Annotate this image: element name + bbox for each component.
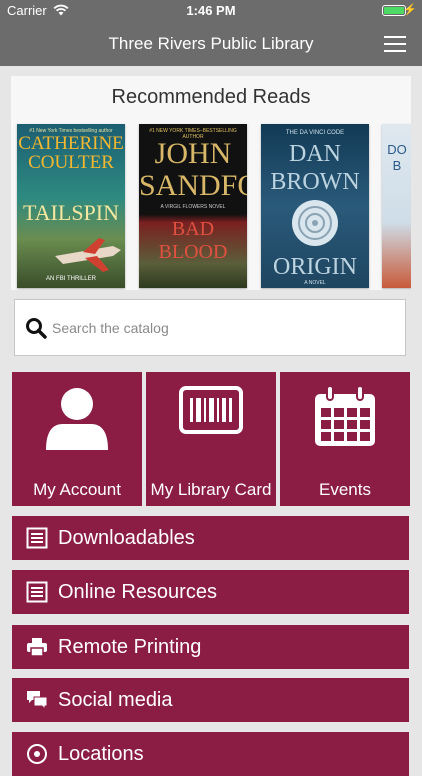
book-title: TAILSPIN — [22, 200, 119, 225]
book-cover-partial[interactable]: DO B — [382, 124, 411, 288]
tile-label: My Library Card — [150, 480, 272, 499]
book-footer: A NOVEL — [304, 280, 326, 286]
location-pin-icon — [27, 744, 47, 764]
spiral-shell-graphic — [292, 200, 338, 246]
calendar-icon — [315, 386, 375, 446]
recommended-reads-carousel[interactable]: Recommended Reads #1 New York Times best… — [11, 76, 411, 290]
remote-printing-button[interactable]: Remote Printing — [12, 625, 409, 669]
my-account-tile[interactable]: My Account — [12, 372, 142, 506]
social-media-button[interactable]: Social media — [12, 678, 409, 722]
barcode-icon — [179, 386, 243, 434]
menu-item-label: Social media — [58, 689, 173, 711]
page-title: Three Rivers Public Library — [108, 34, 314, 53]
menu-item-label: Remote Printing — [58, 636, 202, 658]
catalog-search-box[interactable]: Search the catalog — [14, 299, 406, 356]
book-footer: AN FBI THRILLER — [46, 276, 96, 282]
book-title: ORIGIN — [273, 254, 357, 280]
book-cover-origin[interactable]: THE DA VINCI CODE DAN BROWN ORIGIN A NOV… — [261, 124, 369, 288]
status-time: 1:46 PM — [186, 3, 236, 18]
book-author: DAN BROWN — [270, 141, 360, 195]
online-resources-button[interactable]: Online Resources — [12, 570, 409, 614]
search-icon — [26, 318, 47, 339]
person-icon — [46, 388, 108, 450]
charging-icon: ⚡ — [403, 4, 417, 16]
airplane-graphic — [55, 238, 121, 272]
book-author: JOHN SANDFORD — [139, 137, 247, 202]
tile-label: Events — [319, 480, 371, 499]
printer-icon — [27, 638, 47, 657]
status-bar: Carrier 1:46 PM ⚡ — [0, 0, 422, 22]
menu-item-label: Downloadables — [58, 527, 195, 549]
book-cover-tailspin[interactable]: #1 New York Times bestselling author CAT… — [17, 124, 125, 288]
hamburger-menu-icon[interactable] — [384, 36, 406, 52]
nav-bar: Three Rivers Public Library — [0, 22, 422, 66]
search-input[interactable]: Search the catalog — [52, 320, 169, 336]
downloadables-button[interactable]: Downloadables — [12, 516, 409, 560]
my-library-card-tile[interactable]: My Library Card — [146, 372, 276, 506]
book-tagline: THE DA VINCI CODE — [285, 130, 345, 136]
recommended-reads-heading: Recommended Reads — [111, 86, 311, 108]
events-tile[interactable]: Events — [280, 372, 410, 506]
chat-bubbles-icon — [27, 691, 48, 711]
document-icon — [26, 527, 48, 549]
book-title: B — [392, 158, 402, 173]
book-footer: A VIRGIL FLOWERS NOVEL — [160, 204, 226, 210]
book-author: CATHERINE COULTER — [18, 133, 124, 173]
tile-label: My Account — [33, 480, 121, 499]
menu-item-label: Locations — [58, 743, 144, 765]
book-title: BAD BLOOD — [158, 218, 228, 263]
locations-button[interactable]: Locations — [12, 732, 409, 776]
document-icon — [26, 581, 48, 603]
book-cover-bad-blood[interactable]: #1 NEW YORK TIMES–BESTSELLING AUTHOR JOH… — [139, 124, 247, 288]
menu-item-label: Online Resources — [58, 581, 217, 603]
book-author: DO — [387, 142, 407, 157]
